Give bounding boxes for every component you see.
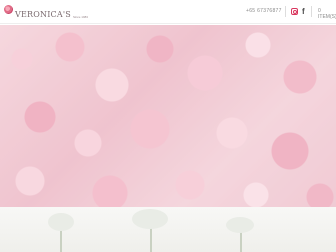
site-header: VERONICA'S Since 1983 +65 67376877 f 0 I… <box>0 0 336 24</box>
logo-text: VERONICA'S <box>15 10 71 19</box>
cart-button[interactable]: 0 ITEM(S) <box>318 8 336 20</box>
white-flower <box>48 213 74 231</box>
hero-banner-image <box>0 25 336 207</box>
header-divider <box>285 6 286 17</box>
logo-tagline: Since 1983 <box>72 15 88 19</box>
white-flower <box>226 217 254 233</box>
instagram-icon[interactable] <box>291 8 298 15</box>
flower-logo-icon <box>4 5 13 14</box>
featured-bouquet-image <box>0 207 336 252</box>
white-flower <box>132 209 168 229</box>
header-divider <box>311 6 312 17</box>
site-logo[interactable]: VERONICA'S Since 1983 <box>4 4 88 20</box>
phone-number-link[interactable]: +65 67376877 <box>246 8 282 14</box>
facebook-icon[interactable]: f <box>302 7 305 16</box>
cart-label: 0 ITEM(S) <box>318 8 336 20</box>
